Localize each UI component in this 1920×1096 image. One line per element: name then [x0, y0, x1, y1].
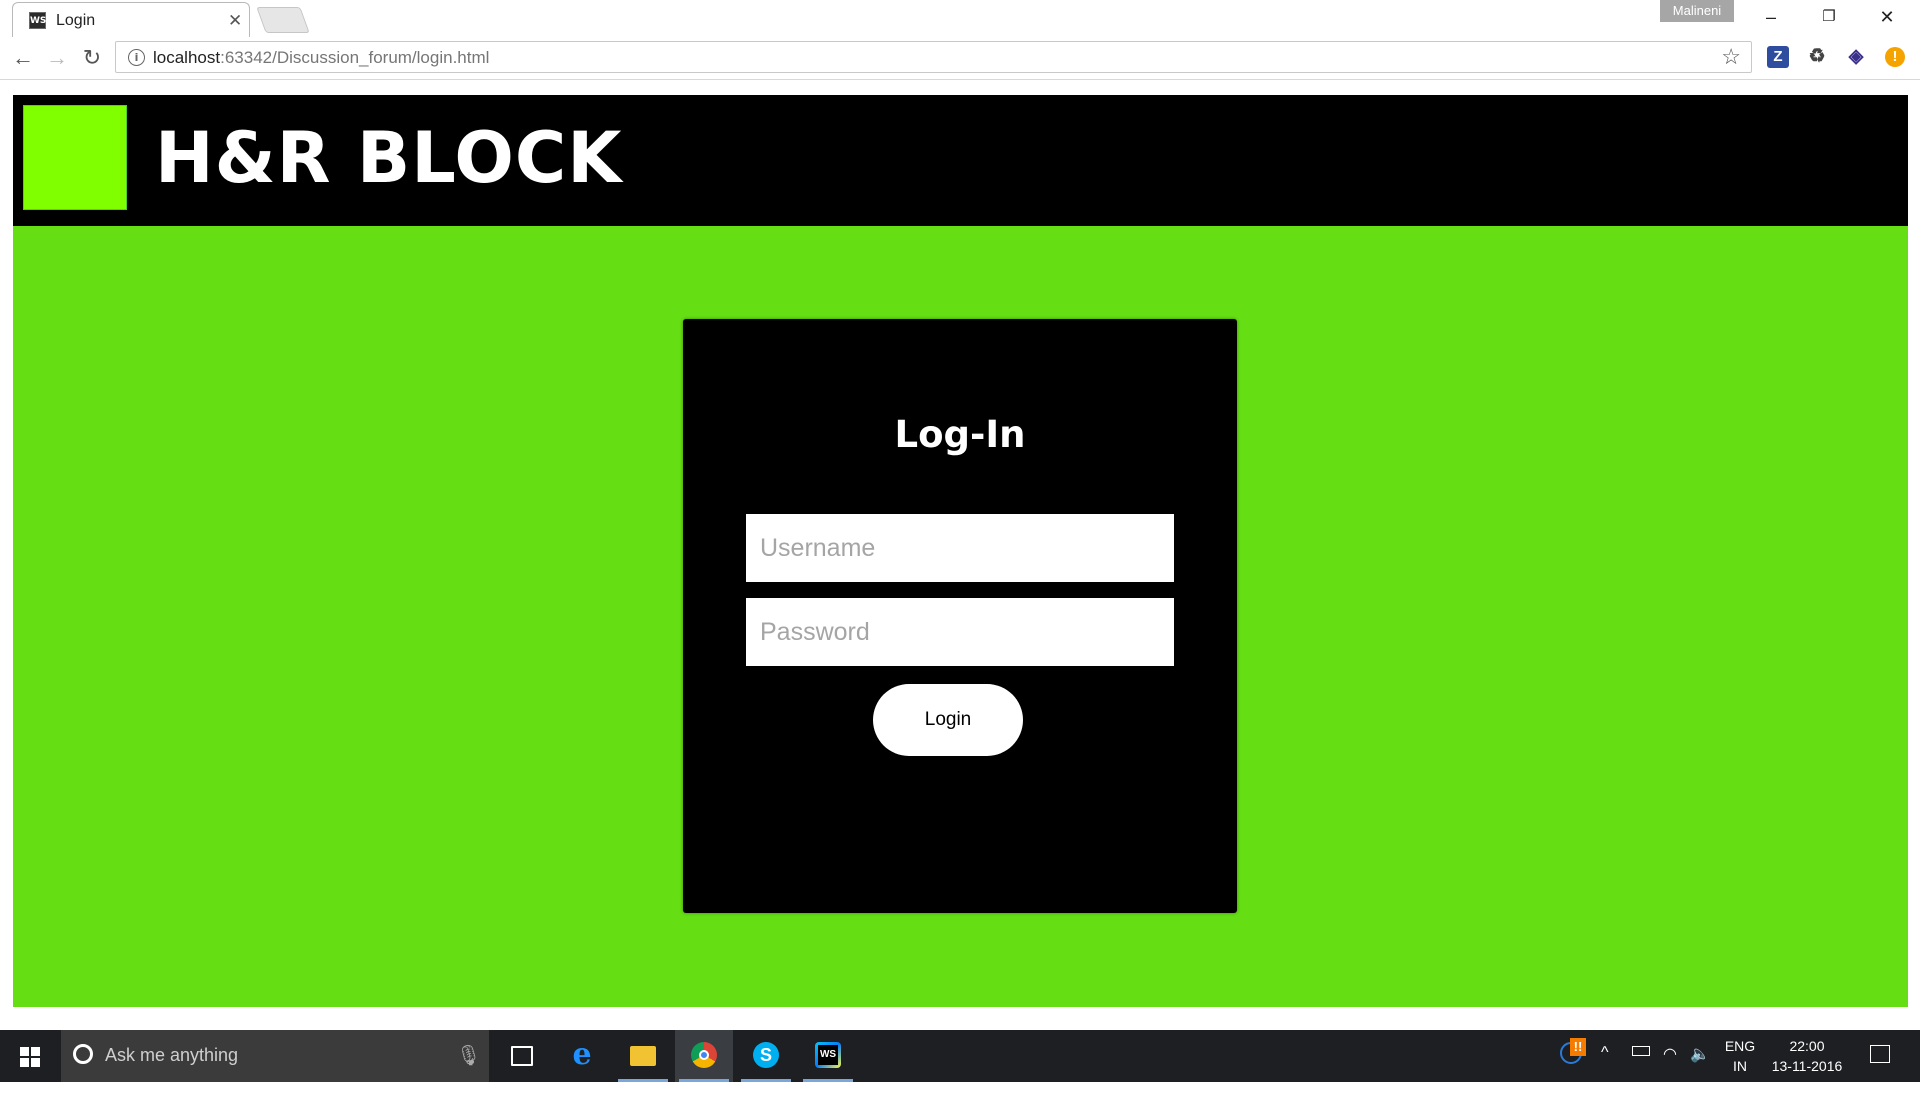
- cortana-search-box[interactable]: Ask me anything 🎙: [61, 1030, 489, 1082]
- url-text[interactable]: localhost:63342/Discussion_forum/login.h…: [153, 48, 489, 68]
- clock-time: 22:00: [1789, 1038, 1825, 1054]
- login-card: Log-In Login: [683, 319, 1237, 913]
- brand-name: H&R BLOCK: [155, 117, 623, 199]
- extension-icon[interactable]: ◈: [1845, 46, 1867, 68]
- skype-icon[interactable]: S: [737, 1030, 795, 1082]
- back-arrow-icon[interactable]: ←: [8, 43, 38, 73]
- webstorm-icon[interactable]: WS: [799, 1030, 857, 1082]
- file-explorer-icon[interactable]: [614, 1030, 672, 1082]
- logo-square: [23, 105, 127, 210]
- password-input[interactable]: [746, 598, 1174, 666]
- tab-title: Login: [56, 12, 96, 29]
- taskbar: Ask me anything 🎙 e S WS !! ^ ◠ 🔈 ENG IN…: [0, 1030, 1920, 1082]
- recycle-icon[interactable]: ♻: [1806, 46, 1828, 68]
- profile-name[interactable]: Malineni: [1660, 0, 1734, 22]
- address-bar[interactable]: i localhost:63342/Discussion_forum/login…: [115, 41, 1752, 73]
- restore-icon[interactable]: ❐: [1800, 0, 1858, 34]
- battery-icon[interactable]: [1632, 1046, 1650, 1056]
- login-button[interactable]: Login: [873, 684, 1023, 756]
- windows-start-icon[interactable]: [0, 1030, 60, 1082]
- page-body: H&R BLOCK Log-In Login: [13, 95, 1908, 1007]
- edge-browser-icon[interactable]: e: [553, 1030, 611, 1082]
- chrome-browser-icon[interactable]: [675, 1030, 733, 1082]
- browser-tab-strip: WS Login ✕ Malineni – ❐ ✕: [0, 0, 1920, 37]
- window-close-icon[interactable]: ✕: [1858, 0, 1916, 34]
- task-view-icon[interactable]: [492, 1030, 550, 1082]
- app-tray-icon[interactable]: !!: [1560, 1030, 1588, 1082]
- username-input[interactable]: [746, 514, 1174, 582]
- forward-arrow-icon[interactable]: →: [42, 43, 72, 73]
- search-placeholder: Ask me anything: [105, 1045, 239, 1065]
- reload-icon[interactable]: ↻: [77, 43, 107, 73]
- close-icon[interactable]: ✕: [228, 11, 242, 31]
- alert-icon[interactable]: !: [1885, 47, 1905, 67]
- clock-date: 13-11-2016: [1771, 1058, 1843, 1074]
- chevron-up-icon[interactable]: ^: [1601, 1044, 1609, 1096]
- tab-login[interactable]: WS Login ✕: [12, 2, 250, 37]
- login-title: Log-In: [894, 413, 1026, 456]
- minimize-icon[interactable]: –: [1742, 0, 1800, 34]
- cortana-icon: [73, 1044, 93, 1064]
- volume-icon[interactable]: 🔈: [1690, 1044, 1710, 1096]
- site-header: H&R BLOCK: [13, 95, 1908, 226]
- clock[interactable]: 22:00 13-11-2016: [1765, 1036, 1849, 1088]
- language-indicator[interactable]: ENG IN: [1722, 1036, 1758, 1088]
- bookmark-star-icon[interactable]: ☆: [1721, 44, 1741, 70]
- notification-center-icon[interactable]: [1870, 1045, 1890, 1063]
- info-icon[interactable]: i: [128, 49, 145, 66]
- wifi-icon[interactable]: ◠: [1663, 1044, 1677, 1096]
- browser-toolbar: ← → ↻ i localhost:63342/Discussion_forum…: [0, 37, 1920, 80]
- webstorm-favicon-icon: WS: [29, 12, 46, 29]
- zotero-icon[interactable]: Z: [1767, 46, 1789, 68]
- new-tab-button[interactable]: [256, 7, 310, 33]
- microphone-icon[interactable]: 🎙: [456, 1043, 481, 1068]
